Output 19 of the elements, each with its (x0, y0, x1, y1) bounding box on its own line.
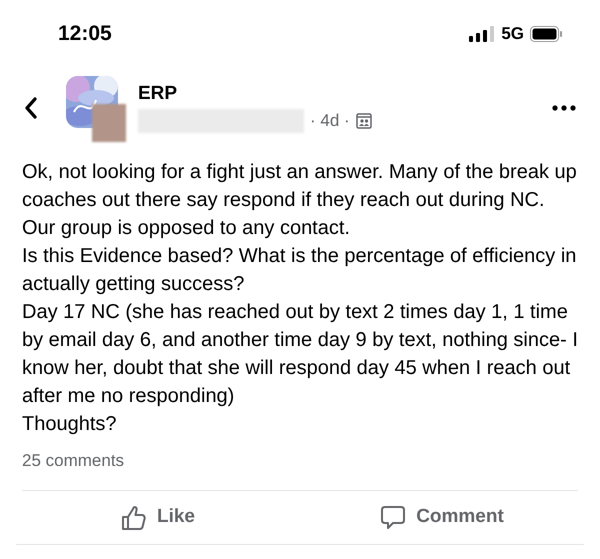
comment-count[interactable]: 25 comments (22, 451, 124, 470)
post-text: Thoughts? (22, 412, 118, 437)
post-text: Day 17 NC (she has reached out by text 2 times day 1, 1 time by email day 6, and another time day 9 by text, nothing since- I know her, doubt that she will respond day 45 when I reach out after me no responding) (22, 300, 578, 409)
group-name[interactable]: ERP (138, 82, 552, 106)
speech-bubble-icon (380, 504, 406, 530)
post-text: Ok, not looking for a fight just an answer. Many of the break up coaches out there say respond if they reach out during NC. Our group is opposed to any contact. (22, 160, 578, 241)
blurred-profile-photo (92, 104, 126, 142)
battery-icon (530, 26, 562, 42)
thumbs-up-icon (120, 504, 147, 530)
signal-icon (469, 26, 496, 42)
more-icon[interactable] (552, 105, 576, 111)
comment-button[interactable]: Comment (300, 491, 584, 544)
post-text: Is this Evidence based? What is the percentage of efficiency in actually getting success? (22, 244, 578, 297)
status-time: 12:05 (58, 21, 112, 48)
like-button[interactable]: Like (16, 491, 300, 544)
group-visibility-icon (356, 113, 372, 129)
network-label: 5G (501, 23, 524, 46)
back-icon[interactable] (24, 97, 38, 119)
post-age: · 4d · (310, 110, 350, 132)
